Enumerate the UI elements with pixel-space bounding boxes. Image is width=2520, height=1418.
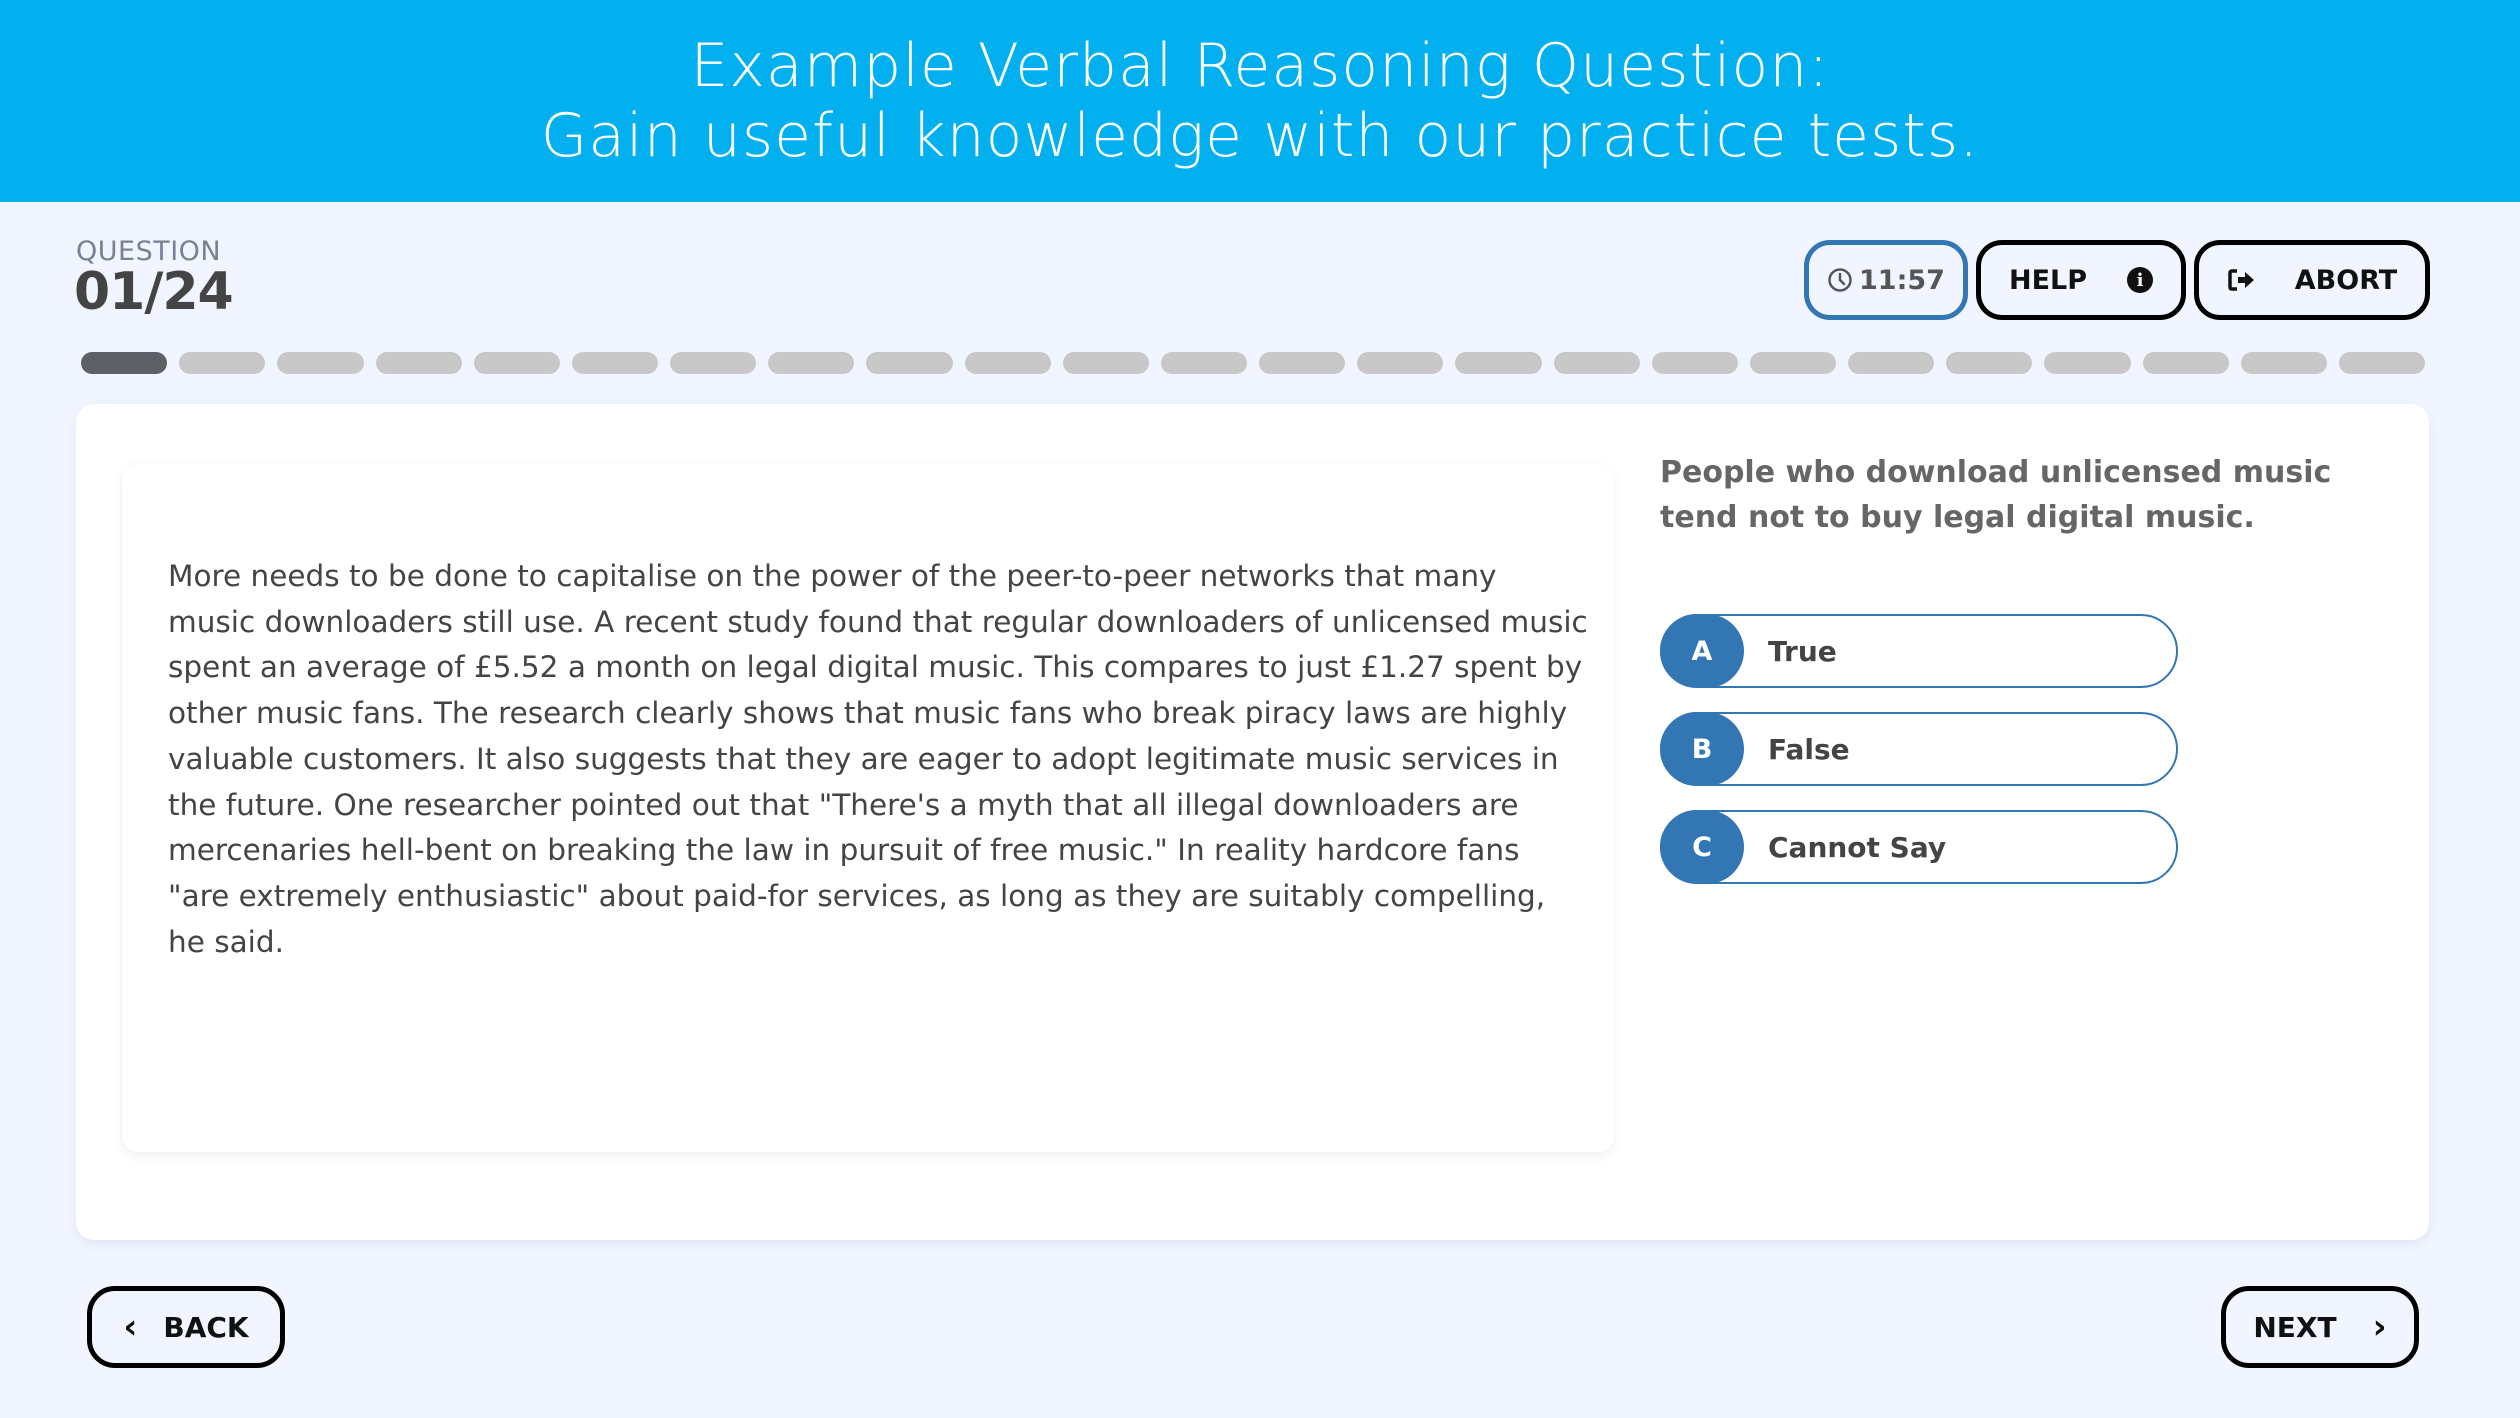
sign-out-icon	[2228, 269, 2254, 291]
progress-segment	[768, 352, 855, 374]
abort-label: ABORT	[2294, 264, 2398, 296]
progress-segment	[1259, 352, 1346, 374]
progress-segment	[670, 352, 757, 374]
option-label: False	[1768, 732, 1850, 766]
option-a[interactable]: A True	[1660, 614, 2178, 688]
progress-segment	[1357, 352, 1444, 374]
option-letter: B	[1660, 712, 1744, 786]
passage-panel: More needs to be done to capitalise on t…	[122, 464, 1614, 1152]
timer-display: 11:57	[1804, 240, 1968, 320]
question-card: More needs to be done to capitalise on t…	[76, 404, 2429, 1240]
progress-segment	[277, 352, 364, 374]
progress-segment	[2338, 352, 2426, 374]
progress-segment	[866, 352, 953, 374]
clock-icon	[1828, 268, 1852, 292]
progress-segment	[81, 352, 168, 374]
progress-segment	[179, 352, 266, 374]
progress-segment	[964, 352, 1051, 374]
progress-bar	[81, 352, 2426, 374]
next-button[interactable]: NEXT ›	[2221, 1286, 2419, 1368]
progress-segment	[375, 352, 462, 374]
progress-segment	[2044, 352, 2131, 374]
progress-segment	[1651, 352, 1738, 374]
progress-segment	[1749, 352, 1837, 374]
banner-title: Example Verbal Reasoning Question:	[690, 31, 1830, 101]
progress-segment	[473, 352, 560, 374]
help-label: HELP	[2008, 264, 2088, 296]
passage-text: More needs to be done to capitalise on t…	[168, 559, 1588, 959]
progress-segment	[1946, 352, 2033, 374]
help-button[interactable]: HELP i	[1976, 240, 2186, 320]
answer-options: A True B False C Cannot Say	[1660, 614, 2178, 908]
option-label: Cannot Say	[1768, 830, 1947, 864]
info-icon: i	[2127, 267, 2154, 293]
progress-segment	[571, 352, 659, 374]
progress-segment	[2240, 352, 2327, 374]
progress-segment	[1848, 352, 1935, 374]
chevron-right-icon: ›	[2372, 1307, 2387, 1347]
option-c[interactable]: C Cannot Say	[1660, 810, 2178, 884]
back-button[interactable]: ‹ BACK	[87, 1286, 285, 1368]
progress-segment	[1160, 352, 1248, 374]
toolbar: 11:57 HELP i ABORT	[1804, 240, 2430, 320]
option-letter: C	[1660, 810, 1744, 884]
banner-subtitle: Gain useful knowledge with our practice …	[540, 101, 1980, 171]
progress-segment	[1455, 352, 1542, 374]
progress-segment	[1553, 352, 1640, 374]
header-banner: Example Verbal Reasoning Question: Gain …	[0, 0, 2520, 202]
question-statement: People who download unlicensed music ten…	[1660, 455, 2332, 535]
timer-value: 11:57	[1859, 264, 1945, 296]
abort-button[interactable]: ABORT	[2194, 240, 2430, 320]
question-counter: 01/24	[74, 262, 234, 322]
progress-segment	[2142, 352, 2229, 374]
back-label: BACK	[163, 1310, 249, 1344]
option-letter: A	[1660, 614, 1744, 688]
next-label: NEXT	[2253, 1310, 2337, 1344]
option-b[interactable]: B False	[1660, 712, 2178, 786]
progress-segment	[1062, 352, 1149, 374]
option-label: True	[1768, 634, 1837, 668]
chevron-left-icon: ‹	[123, 1307, 138, 1347]
